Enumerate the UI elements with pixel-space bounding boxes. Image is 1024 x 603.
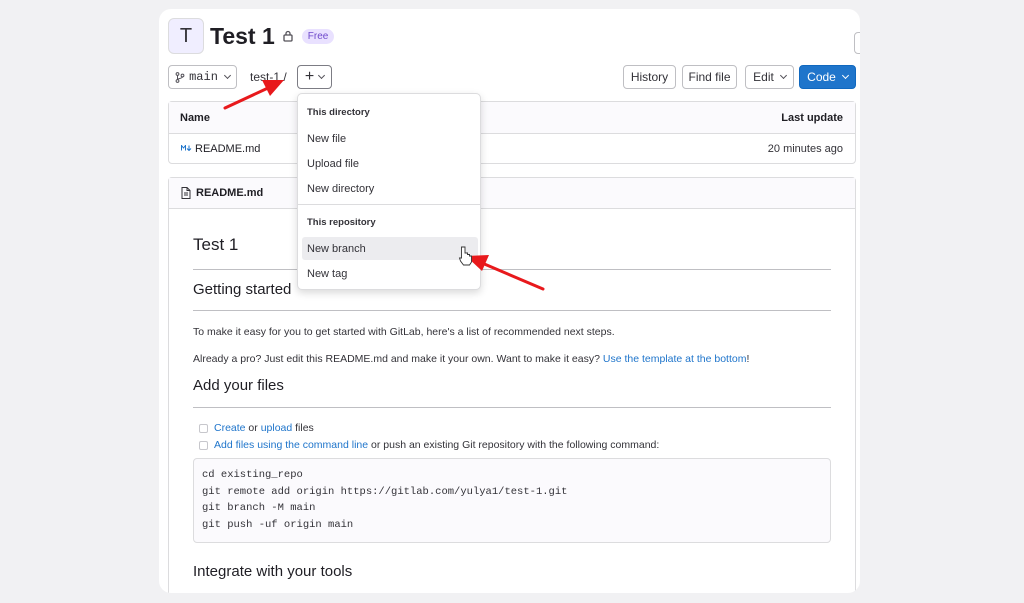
file-last-update: 20 minutes ago bbox=[767, 143, 843, 155]
code-line: git remote add origin https://gitlab.com… bbox=[202, 485, 568, 498]
readme-filename[interactable]: README.md bbox=[196, 187, 263, 199]
divider bbox=[193, 407, 831, 408]
code-line: git push -uf origin main bbox=[202, 518, 354, 531]
column-name: Name bbox=[180, 112, 210, 124]
add-to-tree-button[interactable]: + bbox=[297, 65, 332, 89]
chevron-down-icon bbox=[223, 71, 231, 80]
repo-toolbar: main test-1 / + History Find file Edit C… bbox=[168, 65, 856, 89]
breadcrumb[interactable]: test-1 / bbox=[250, 70, 287, 84]
project-header: T Test 1 Free bbox=[168, 16, 335, 56]
readme-title: Test 1 bbox=[193, 235, 239, 254]
document-icon bbox=[181, 187, 191, 199]
menu-divider bbox=[298, 204, 480, 205]
task-item: Create or upload files bbox=[199, 422, 314, 434]
paragraph-intro: To make it easy for you to get started w… bbox=[193, 326, 615, 338]
menu-item-new-branch[interactable]: New branch bbox=[302, 237, 478, 260]
group-this-directory: This directory bbox=[307, 107, 370, 118]
history-button[interactable]: History bbox=[623, 65, 676, 89]
file-table: Name Last update README.md 20 minutes ag… bbox=[168, 101, 856, 164]
table-row[interactable]: README.md 20 minutes ago bbox=[169, 134, 855, 164]
heading-getting-started: Getting started bbox=[193, 281, 292, 298]
branch-icon bbox=[175, 71, 185, 83]
code-button[interactable]: Code bbox=[799, 65, 856, 89]
chevron-down-icon bbox=[841, 71, 849, 80]
task-checkbox[interactable] bbox=[199, 440, 208, 450]
menu-item-new-tag[interactable]: New tag bbox=[302, 262, 478, 285]
add-dropdown-menu: This directory New file Upload file New … bbox=[297, 93, 481, 290]
code-block[interactable]: cd existing_repo git remote add origin h… bbox=[193, 458, 831, 543]
plan-badge: Free bbox=[301, 28, 335, 44]
task-text: or push an existing Git repository with … bbox=[368, 439, 660, 451]
code-line: cd existing_repo bbox=[202, 469, 303, 481]
menu-item-new-file[interactable]: New file bbox=[302, 127, 478, 150]
find-file-button[interactable]: Find file bbox=[682, 65, 737, 89]
menu-item-upload-file[interactable]: Upload file bbox=[302, 152, 478, 175]
readme-panel: README.md Test 1 Getting started To make… bbox=[168, 177, 856, 593]
branch-name: main bbox=[189, 70, 218, 84]
code-button-label: Code bbox=[807, 70, 836, 84]
create-link[interactable]: Create bbox=[214, 422, 246, 434]
template-link[interactable]: Use the template at the bottom bbox=[603, 353, 747, 365]
divider bbox=[193, 269, 831, 270]
project-title: Test 1 bbox=[210, 22, 275, 49]
branch-selector[interactable]: main bbox=[168, 65, 237, 89]
plus-icon: + bbox=[304, 68, 315, 85]
project-page: T Test 1 Free main test-1 / + History Fi… bbox=[159, 9, 860, 593]
menu-item-new-directory[interactable]: New directory bbox=[302, 177, 478, 200]
paragraph-pro: Already a pro? Just edit this README.md … bbox=[193, 353, 749, 365]
readme-header: README.md bbox=[169, 178, 855, 209]
paragraph-pro-text: Already a pro? Just edit this README.md … bbox=[193, 353, 603, 365]
upload-link[interactable]: upload bbox=[261, 422, 293, 434]
lock-icon bbox=[283, 30, 293, 42]
task-text: or bbox=[245, 422, 261, 434]
chevron-down-icon bbox=[318, 71, 326, 80]
project-avatar[interactable]: T bbox=[168, 18, 204, 54]
notification-icon[interactable] bbox=[854, 32, 860, 54]
task-item: Add files using the command line or push… bbox=[199, 439, 659, 451]
markdown-file-icon bbox=[181, 145, 192, 151]
paragraph-pro-end: ! bbox=[746, 353, 750, 365]
group-this-repository: This repository bbox=[307, 217, 376, 228]
task-text: files bbox=[292, 422, 314, 434]
table-header: Name Last update bbox=[169, 102, 855, 134]
task-checkbox[interactable] bbox=[199, 423, 208, 433]
chevron-down-icon bbox=[779, 71, 787, 80]
edit-button[interactable]: Edit bbox=[745, 65, 794, 89]
column-last-update: Last update bbox=[781, 112, 843, 124]
heading-integrate: Integrate with your tools bbox=[193, 563, 353, 580]
file-name[interactable]: README.md bbox=[195, 143, 260, 155]
divider bbox=[193, 310, 831, 311]
heading-add-files: Add your files bbox=[193, 377, 284, 394]
edit-button-label: Edit bbox=[753, 70, 774, 84]
code-line: git branch -M main bbox=[202, 502, 316, 514]
command-line-link[interactable]: Add files using the command line bbox=[214, 439, 368, 451]
